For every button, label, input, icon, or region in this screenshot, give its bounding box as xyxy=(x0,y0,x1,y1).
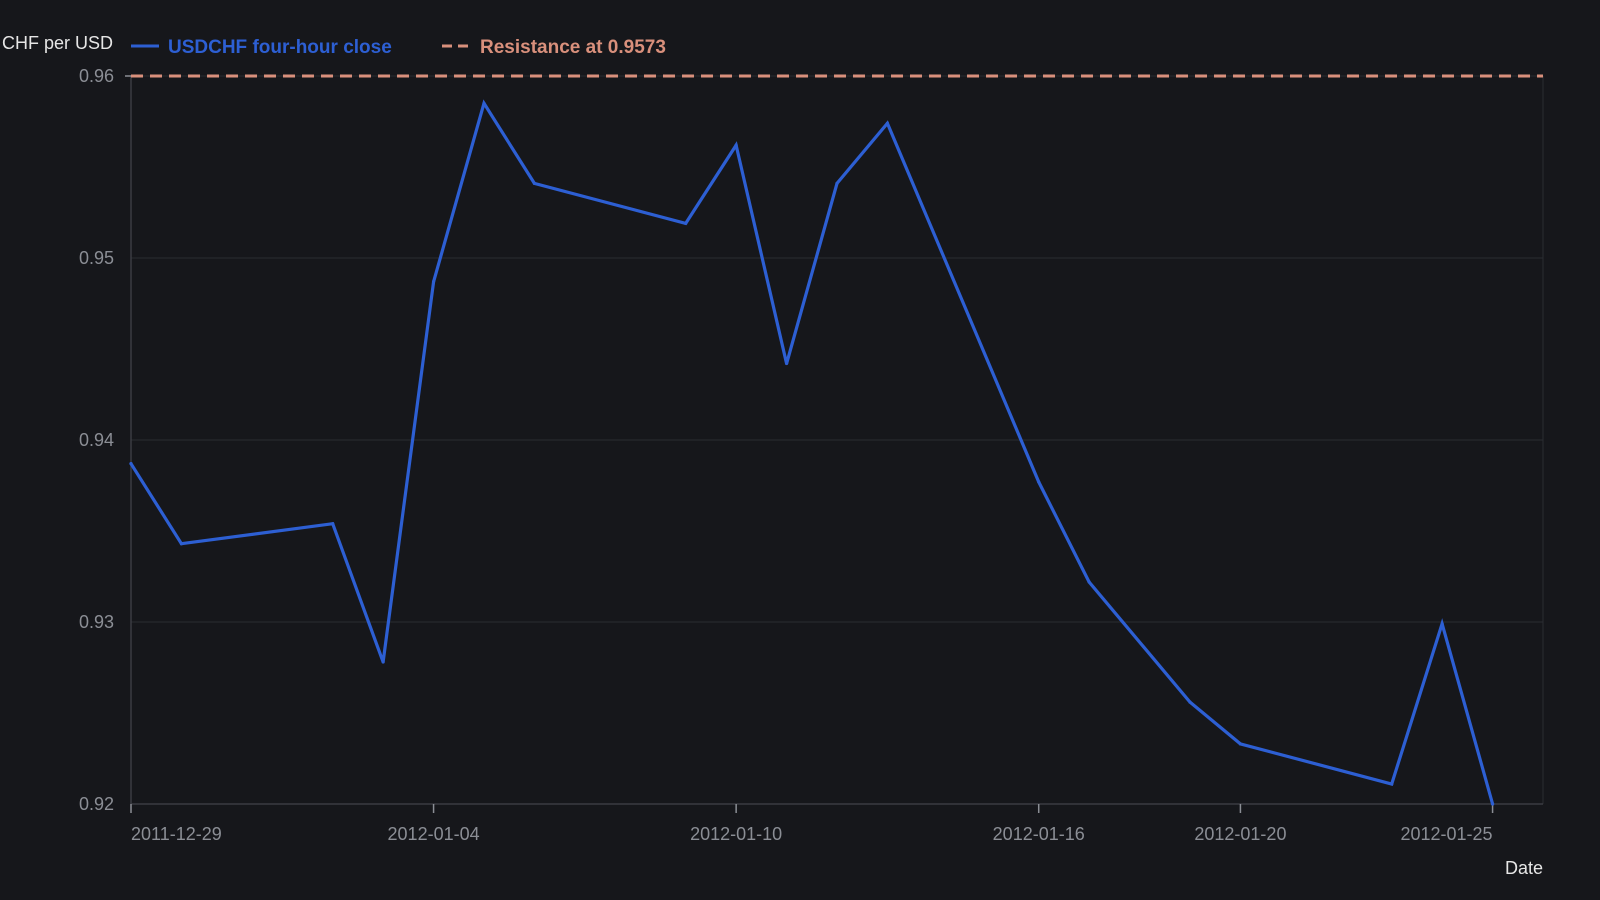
data-point xyxy=(835,181,839,185)
y-tick-label: 0.95 xyxy=(79,248,114,268)
data-point xyxy=(1037,480,1041,484)
x-tick-label: 2012-01-16 xyxy=(993,824,1085,844)
x-tick-label: 2011-12-29 xyxy=(131,824,222,844)
data-point xyxy=(1188,700,1192,704)
y-tick-label: 0.92 xyxy=(79,794,114,814)
x-axis-label: Date xyxy=(1505,858,1543,878)
data-point xyxy=(1440,622,1444,626)
x-tick-label: 2012-01-04 xyxy=(388,824,480,844)
legend-label-close: USDCHF four-hour close xyxy=(168,37,392,58)
x-tick-label: 2012-01-25 xyxy=(1400,824,1492,844)
data-point xyxy=(734,143,738,147)
x-tick-label: 2012-01-10 xyxy=(690,824,782,844)
y-tick-label: 0.94 xyxy=(79,430,114,450)
data-point xyxy=(1490,802,1495,806)
data-point xyxy=(431,280,436,284)
plot-background xyxy=(0,0,1600,900)
data-point xyxy=(532,181,537,185)
data-point xyxy=(885,121,890,125)
data-point xyxy=(1238,742,1243,746)
y-tick-label: 0.93 xyxy=(79,612,114,632)
line-chart: 0.92 0.93 0.94 0.95 0.96 2011-12-29 2012-01-0… xyxy=(0,0,1600,900)
data-point xyxy=(381,660,385,664)
y-axis-label: CHF per USD xyxy=(2,33,113,53)
x-tick-label: 2012-01-20 xyxy=(1194,824,1286,844)
data-point xyxy=(331,522,335,526)
chart-container: 0.92 0.93 0.94 0.95 0.96 2011-12-29 2012-01-0… xyxy=(0,0,1600,900)
data-point xyxy=(1390,782,1394,786)
data-point xyxy=(1087,580,1091,584)
data-point xyxy=(784,361,789,366)
data-point xyxy=(684,221,688,226)
legend-label-resistance: Resistance at 0.9573 xyxy=(480,37,666,58)
data-point xyxy=(482,101,486,105)
data-point xyxy=(179,542,184,546)
data-point xyxy=(129,462,133,466)
y-tick-label: 0.96 xyxy=(79,66,114,86)
